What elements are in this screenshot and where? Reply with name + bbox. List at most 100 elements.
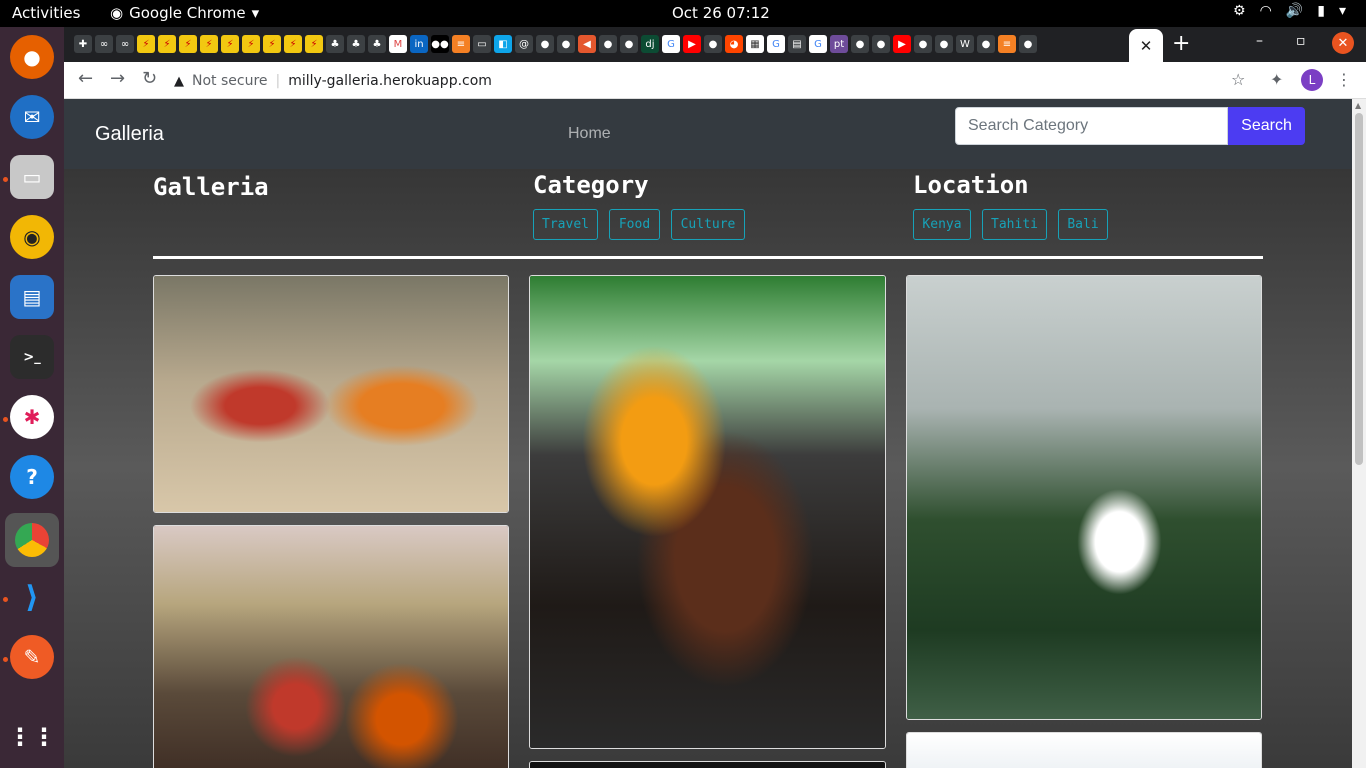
tab-favicon-icon[interactable]: ▦	[746, 35, 764, 53]
gmail-icon[interactable]: M	[389, 35, 407, 53]
tab-favicon-icon[interactable]: ♣	[326, 35, 344, 53]
category-tag-food[interactable]: Food	[609, 209, 660, 240]
window-close-icon[interactable]: ✕	[1332, 32, 1354, 54]
stackoverflow-icon[interactable]: ≡	[452, 35, 470, 53]
github-icon[interactable]: ●	[872, 35, 890, 53]
reddit-icon[interactable]: ◕	[725, 35, 743, 53]
location-tag-kenya[interactable]: Kenya	[913, 209, 971, 240]
gallery-image-partial[interactable]	[529, 761, 886, 768]
github-icon[interactable]: ●	[704, 35, 722, 53]
tab-favicon-icon[interactable]: ▭	[473, 35, 491, 53]
nav-home-link[interactable]: Home	[568, 125, 611, 143]
medium-icon[interactable]: ●●	[431, 35, 449, 53]
tab-favicon-icon[interactable]: ⚡	[179, 35, 197, 53]
category-tag-travel[interactable]: Travel	[533, 209, 598, 240]
youtube-icon[interactable]: ▶	[893, 35, 911, 53]
rhythmbox-icon[interactable]: ◉	[10, 215, 54, 259]
tab-favicon-icon[interactable]: ◧	[494, 35, 512, 53]
tab-favicon-icon[interactable]: ∞	[116, 35, 134, 53]
thunderbird-icon[interactable]: ✉	[10, 95, 54, 139]
back-icon[interactable]: ←	[78, 68, 93, 89]
github-icon[interactable]: ●	[599, 35, 617, 53]
active-tab[interactable]: ✕	[1129, 29, 1163, 62]
close-tab-icon[interactable]: ✕	[1140, 37, 1153, 55]
tab-favicon-icon[interactable]: ⚡	[221, 35, 239, 53]
tab-favicon-icon[interactable]: @	[515, 35, 533, 53]
github-icon[interactable]: ●	[620, 35, 638, 53]
wifi-icon: ◠	[1259, 3, 1272, 19]
security-label[interactable]: Not secure	[192, 73, 268, 89]
clock[interactable]: Oct 26 07:12	[672, 4, 770, 22]
warning-icon[interactable]: ▲	[174, 74, 184, 89]
forward-icon[interactable]: →	[110, 68, 125, 89]
location-tag-tahiti[interactable]: Tahiti	[982, 209, 1047, 240]
reload-icon[interactable]: ↻	[142, 68, 157, 89]
linkedin-icon[interactable]: in	[410, 35, 428, 53]
app-menu[interactable]: ◉ Google Chrome ▾	[110, 4, 259, 22]
tab-favicon-icon[interactable]: ⚡	[200, 35, 218, 53]
tab-favicon-icon[interactable]: W	[956, 35, 974, 53]
tab-favicon-icon[interactable]: ⚡	[137, 35, 155, 53]
minimize-icon[interactable]: –	[1256, 33, 1263, 49]
scrollbar-thumb[interactable]	[1355, 113, 1363, 465]
tab-favicon-icon[interactable]: ♣	[368, 35, 386, 53]
tab-favicon-icon[interactable]: ⚡	[158, 35, 176, 53]
gallery-image-culture-dance[interactable]	[153, 275, 509, 513]
chrome-dock-icon[interactable]	[5, 513, 59, 567]
writer-icon[interactable]: ▤	[10, 275, 54, 319]
tab-favicon-icon[interactable]: ◀	[578, 35, 596, 53]
postman-icon[interactable]: ✎	[10, 635, 54, 679]
search-input[interactable]	[955, 107, 1228, 145]
activities-button[interactable]: Activities	[12, 4, 80, 22]
page-scrollbar[interactable]: ▲	[1352, 99, 1366, 768]
github-icon[interactable]: ●	[1019, 35, 1037, 53]
category-tag-culture[interactable]: Culture	[671, 209, 745, 240]
github-icon[interactable]: ●	[851, 35, 869, 53]
gallery-image-resort[interactable]	[906, 275, 1262, 720]
maximize-icon[interactable]: ▫	[1296, 33, 1306, 49]
github-icon[interactable]: ●	[977, 35, 995, 53]
app-name: Google Chrome	[129, 4, 246, 22]
tab-favicon-icon[interactable]: ⚡	[284, 35, 302, 53]
vscode-icon[interactable]: ⟩	[10, 575, 54, 619]
search-button[interactable]: Search	[1228, 107, 1305, 145]
google-icon[interactable]: G	[809, 35, 827, 53]
tab-favicon-icon[interactable]: ⚡	[263, 35, 281, 53]
github-icon[interactable]: ●	[536, 35, 554, 53]
google-icon[interactable]: G	[767, 35, 785, 53]
location-tag-bali[interactable]: Bali	[1058, 209, 1108, 240]
tab-favicon-icon[interactable]: ⚡	[242, 35, 260, 53]
bookmark-star-icon[interactable]: ☆	[1231, 70, 1245, 89]
tab-favicon-icon[interactable]: ♣	[347, 35, 365, 53]
terminal-icon[interactable]: >_	[10, 335, 54, 379]
github-icon[interactable]: ●	[914, 35, 932, 53]
tab-favicon-icon[interactable]: ▤	[788, 35, 806, 53]
site-brand[interactable]: Galleria	[95, 123, 164, 146]
omnibox[interactable]: ▲ Not secure | milly-galleria.herokuapp.…	[174, 66, 1324, 96]
tab-favicon-icon[interactable]: ∞	[95, 35, 113, 53]
extensions-icon[interactable]: ✦	[1270, 70, 1283, 89]
youtube-icon[interactable]: ▶	[683, 35, 701, 53]
github-icon[interactable]: ●	[557, 35, 575, 53]
stackoverflow-icon[interactable]: ≡	[998, 35, 1016, 53]
scroll-up-icon[interactable]: ▲	[1355, 101, 1361, 110]
gallery-image-beaded-women[interactable]	[153, 525, 509, 768]
django-icon[interactable]: dj	[641, 35, 659, 53]
help-icon[interactable]: ?	[10, 455, 54, 499]
show-apps-icon[interactable]: ⋮⋮	[8, 715, 56, 759]
github-icon[interactable]: ●	[935, 35, 953, 53]
gallery-image-partial[interactable]	[906, 732, 1262, 768]
tab-favicon-icon[interactable]: pt	[830, 35, 848, 53]
tab-favicon-icon[interactable]: ✚	[74, 35, 92, 53]
profile-avatar[interactable]: L	[1301, 69, 1323, 91]
slack-icon[interactable]: ✱	[10, 395, 54, 439]
new-tab-icon[interactable]: +	[1172, 31, 1190, 56]
google-icon[interactable]: G	[662, 35, 680, 53]
firefox-icon[interactable]: ●	[10, 35, 54, 79]
gallery-image-grill[interactable]	[529, 275, 886, 749]
files-icon[interactable]: ▭	[10, 155, 54, 199]
system-tray[interactable]: ⚙ ◠ 🔊 ▮ ▾	[1233, 3, 1346, 19]
url-text[interactable]: milly-galleria.herokuapp.com	[288, 73, 492, 89]
tab-favicon-icon[interactable]: ⚡	[305, 35, 323, 53]
menu-kebab-icon[interactable]: ⋮	[1336, 70, 1352, 89]
